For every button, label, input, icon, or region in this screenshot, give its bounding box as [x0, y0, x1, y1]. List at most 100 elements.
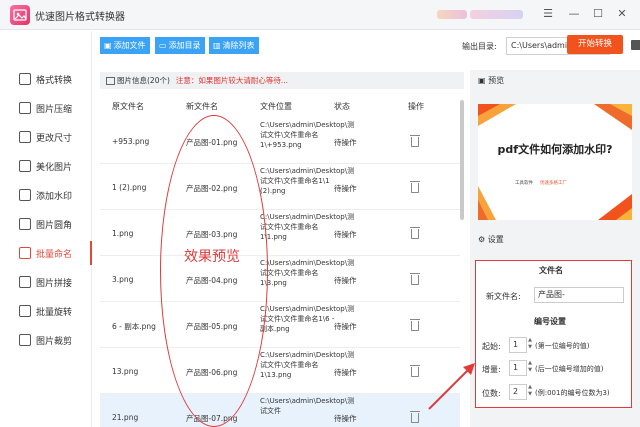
app-logo — [10, 5, 30, 25]
sidebar-item[interactable]: 图片裁剪 — [0, 328, 92, 352]
sidebar-item[interactable]: 图片压缩 — [0, 96, 92, 120]
sidebar-item-icon — [19, 102, 31, 114]
sidebar-item-label: 图片拼接 — [36, 278, 73, 289]
sidebar-item-label: 格式转换 — [36, 75, 73, 86]
sidebar-item-label: 图片压缩 — [36, 104, 73, 115]
start-input[interactable]: 1 — [509, 337, 527, 353]
table-scrollbar[interactable] — [460, 92, 464, 392]
preview-subtext-brand: 优速多格工厂 — [540, 181, 567, 186]
col-action: 操作 — [408, 102, 424, 111]
add-folder-button[interactable]: ▭ 添加目录 — [155, 37, 205, 54]
step-input[interactable]: 1 — [509, 360, 527, 376]
digits-input[interactable]: 2 — [509, 384, 527, 400]
settings-header: ⚙ 设置 — [478, 235, 504, 244]
sidebar-item-label: 批量命名 — [36, 249, 73, 260]
sidebar-item-icon — [19, 131, 31, 143]
sidebar-item[interactable]: 添加水印 — [0, 183, 92, 207]
cell-location: C:\Users\admin\Desktop\测试文件\文件重命名1\1.png — [260, 213, 355, 241]
delete-row-icon[interactable] — [410, 273, 420, 285]
sidebar-item-label: 更改尺寸 — [36, 133, 73, 144]
sidebar-item[interactable]: 更改尺寸 — [0, 125, 92, 149]
settings-box: 文件名 新文件名: 产品图- 编号设置 起始: 1 ▲ ▼ (第一位编号的值) 增… — [475, 260, 632, 408]
table-row[interactable]: 6 - 副本.png 产品图-05.png 待操作 C:\Users\admin\De… — [100, 302, 460, 348]
delete-row-icon[interactable] — [410, 135, 420, 147]
menu-icon[interactable]: ☰ — [540, 6, 556, 22]
blurred-user-info — [470, 10, 523, 19]
info-count: (20个) — [147, 76, 170, 85]
table-row[interactable]: 1.png 产品图-03.png 待操作 C:\Users\admin\Desktop… — [100, 210, 460, 256]
numbering-section-title: 编号设置 — [534, 317, 566, 326]
toolbar: ▣ 添加文件 ▭ 添加目录 ▥ 清除列表 输出目录: C:\Users\admin\D… — [92, 31, 640, 63]
filename-section-title: 文件名 — [539, 266, 563, 275]
minimize-icon[interactable]: — — [566, 6, 582, 22]
delete-row-icon[interactable] — [410, 227, 420, 239]
sidebar-item[interactable]: 批量命名 — [0, 241, 92, 265]
sidebar-item[interactable]: 批量旋转 — [0, 299, 92, 323]
digits-hint: (例:001的编号位数为3) — [535, 389, 610, 397]
title-bar: 优速图片格式转换器 ☰ — ☐ ✕ — [0, 0, 640, 30]
sidebar-item-icon — [19, 189, 31, 201]
blurred-user-info — [437, 10, 467, 19]
table-row[interactable]: +953.png 产品图-01.png 待操作 C:\Users\admin\Desk… — [100, 118, 460, 164]
file-table: 原文件名 新文件名 文件位置 状态 操作 +953.png 产品图-01.png 待… — [100, 92, 460, 427]
sidebar-item-icon — [19, 334, 31, 346]
delete-row-icon[interactable] — [410, 411, 420, 423]
cell-original-name: 21.png — [112, 413, 139, 422]
info-bar: 图片信息(20个) 注意：如果图片较大请耐心等待... — [100, 72, 464, 89]
col-new-name: 新文件名 — [186, 102, 218, 111]
table-row[interactable]: 21.png 产品图-07.png 待操作 C:\Users\admin\Deskto… — [100, 394, 460, 427]
col-status: 状态 — [334, 102, 350, 111]
image-icon — [106, 77, 115, 85]
delete-row-icon[interactable] — [410, 181, 420, 193]
table-row[interactable]: 13.png 产品图-06.png 待操作 C:\Users\admin\Deskto… — [100, 348, 460, 394]
cell-original-name: 6 - 副本.png — [112, 322, 156, 331]
sidebar-item[interactable]: 图片拼接 — [0, 270, 92, 294]
cell-original-name: 1 (2).png — [112, 183, 147, 192]
cell-location: C:\Users\admin\Desktop\测试文件\文件重命名1\13.pn… — [260, 351, 355, 379]
table-row[interactable]: 3.png 产品图-04.png 待操作 C:\Users\admin\Desktop… — [100, 256, 460, 302]
sidebar-item-label: 美化图片 — [36, 162, 73, 173]
cell-location: C:\Users\admin\Desktop\测试文件\文件重命名1\+953.… — [260, 121, 355, 149]
sidebar-item-label: 图片圆角 — [36, 220, 73, 231]
sidebar-item[interactable]: 图片圆角 — [0, 212, 92, 236]
sidebar-item-label: 添加水印 — [36, 191, 73, 202]
sidebar-item-label: 图片裁剪 — [36, 336, 73, 347]
delete-row-icon[interactable] — [410, 365, 420, 377]
start-label: 起始: — [482, 342, 501, 351]
close-icon[interactable]: ✕ — [614, 6, 630, 22]
maximize-icon[interactable]: ☐ — [590, 6, 606, 22]
open-folder-icon[interactable] — [631, 40, 640, 50]
cell-original-name: 3.png — [112, 275, 134, 284]
cell-original-name: 1.png — [112, 229, 134, 238]
sidebar-item-label: 批量旋转 — [36, 307, 73, 318]
sidebar-item-icon — [19, 218, 31, 230]
sidebar-item-icon — [19, 276, 31, 288]
start-stepper[interactable]: ▲ ▼ — [527, 337, 533, 353]
new-name-input[interactable]: 产品图- — [534, 287, 624, 303]
info-label: 图片信息 — [117, 76, 147, 85]
warning-text: 注意：如果图片较大请耐心等待... — [175, 76, 289, 85]
sidebar-item[interactable]: 美化图片 — [0, 154, 92, 178]
delete-row-icon[interactable] — [410, 319, 420, 331]
table-row[interactable]: 1 (2).png 产品图-02.png 待操作 C:\Users\admin\Des… — [100, 164, 460, 210]
cell-original-name: 13.png — [112, 367, 139, 376]
folder-icon: ▭ — [159, 41, 167, 50]
add-file-icon: ▣ — [104, 41, 112, 50]
cell-original-name: +953.png — [112, 137, 150, 146]
table-header: 原文件名 新文件名 文件位置 状态 操作 — [100, 92, 460, 118]
annotation-arrow — [428, 363, 475, 410]
gear-icon: ⚙ — [478, 235, 488, 244]
cell-location: C:\Users\admin\Desktop\测试文件\文件重命名1\6 - 副… — [260, 305, 355, 333]
annotation-ellipse — [160, 115, 268, 427]
scrollbar-thumb[interactable] — [460, 100, 464, 220]
clear-list-button[interactable]: ▥ 清除列表 — [209, 37, 259, 54]
step-stepper[interactable]: ▲ ▼ — [527, 360, 533, 376]
sidebar-item-icon — [19, 305, 31, 317]
add-file-button[interactable]: ▣ 添加文件 — [100, 37, 150, 54]
preview-subtext: 工具软件 — [515, 181, 533, 186]
digits-stepper[interactable]: ▲ ▼ — [527, 384, 533, 400]
start-convert-button[interactable]: 开始转换 — [567, 35, 623, 54]
preview-image: pdf文件如何添加水印? 工具软件 优速多格工厂 — [478, 104, 632, 220]
sidebar-item[interactable]: 格式转换 — [0, 67, 92, 91]
cell-location: C:\Users\admin\Desktop\测试文件\文件重命名1\3.png — [260, 259, 355, 287]
